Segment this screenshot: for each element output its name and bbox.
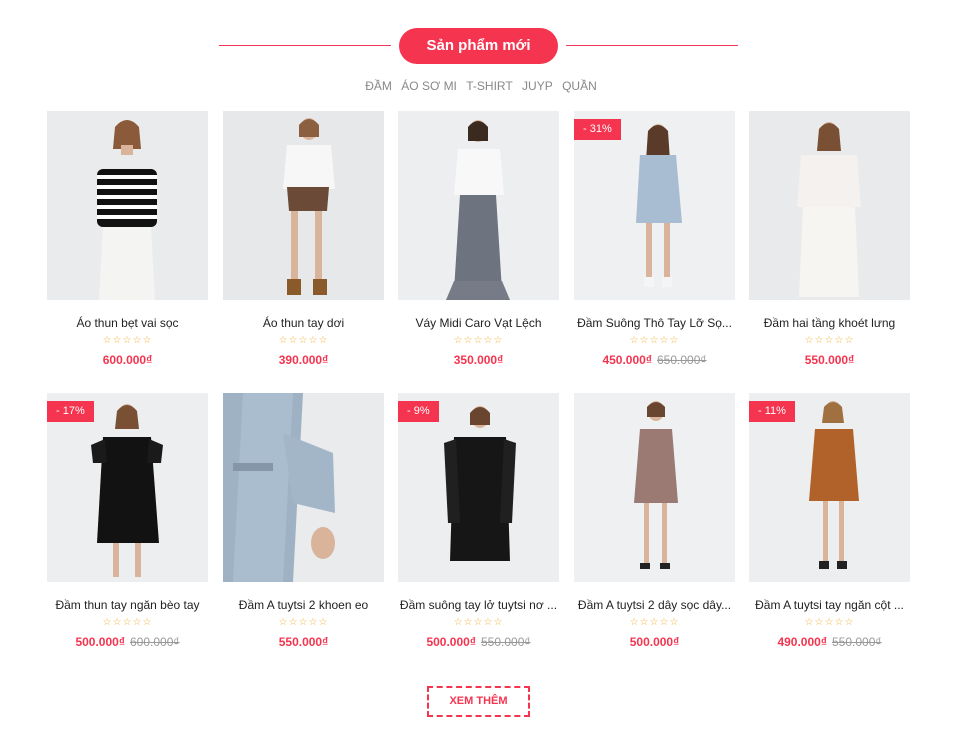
model-photo-plaid-dress: [634, 401, 678, 569]
tab-quan[interactable]: QUẦN: [562, 79, 597, 93]
rating-stars: ☆☆☆☆☆: [278, 335, 329, 346]
model-photo-blue-dress-closeup: [223, 393, 335, 582]
rating-stars: ☆☆☆☆☆: [804, 617, 855, 628]
old-price: 600.000₫: [130, 635, 180, 649]
model-photo-white-top: [283, 118, 335, 295]
current-price: 390.000₫: [278, 353, 329, 367]
product-price: 500.000₫ 600.000₫: [47, 635, 208, 649]
product-price: 500.000₫ 550.000₫: [398, 635, 559, 649]
rating-stars: ☆☆☆☆☆: [453, 617, 504, 628]
tab-dam[interactable]: ĐẦM: [365, 79, 392, 93]
product-card[interactable]: - 17% Đầm thun tay ngăn bèo tay ☆☆☆☆☆ 50…: [47, 393, 208, 665]
product-image[interactable]: [47, 111, 208, 300]
product-image[interactable]: [223, 111, 384, 300]
rating-stars: ☆☆☆☆☆: [453, 335, 504, 346]
product-name[interactable]: Đầm thun tay ngăn bèo tay: [47, 598, 208, 612]
model-photo-striped-top: [97, 120, 157, 300]
product-price: 500.000₫: [574, 635, 735, 649]
product-name[interactable]: Đầm A tuytsi 2 dây sọc dây...: [574, 598, 735, 612]
section-header: Sản phẩm mới: [0, 28, 962, 64]
product-name[interactable]: Đầm A tuytsi tay ngăn cột ...: [749, 598, 910, 612]
current-price: 500.000₫: [629, 635, 680, 649]
product-image[interactable]: [574, 393, 735, 582]
view-more-button[interactable]: XEM THÊM: [427, 686, 530, 717]
product-price: 450.000₫ 650.000₫: [574, 353, 735, 367]
product-name[interactable]: Đầm hai tầng khoét lưng: [749, 316, 910, 330]
model-photo-white-dress: [797, 122, 861, 297]
product-image[interactable]: - 31%: [574, 111, 735, 300]
product-card[interactable]: Áo thun bẹt vai sọc ☆☆☆☆☆ 600.000₫: [47, 111, 208, 383]
product-name[interactable]: Váy Midi Caro Vạt Lệch: [398, 316, 559, 330]
product-name[interactable]: Áo thun tay dơi: [223, 316, 384, 330]
category-tabs: ĐẦM ÁO SƠ MI T-SHIRT JUYP QUẦN: [0, 79, 962, 93]
product-name[interactable]: Đầm Suông Thô Tay Lỡ Sọ...: [574, 316, 735, 330]
header-line-right: [566, 45, 738, 46]
product-card[interactable]: Đầm A tuytsi 2 khoen eo ☆☆☆☆☆ 550.000₫: [223, 393, 384, 665]
current-price: 500.000₫: [426, 635, 476, 649]
rating-stars: ☆☆☆☆☆: [278, 617, 329, 628]
rating-stars: ☆☆☆☆☆: [804, 335, 855, 346]
current-price: 500.000₫: [75, 635, 125, 649]
current-price: 600.000₫: [102, 353, 153, 367]
product-price: 600.000₫: [47, 353, 208, 367]
product-image[interactable]: [398, 111, 559, 300]
old-price: 550.000₫: [481, 635, 531, 649]
header-line-left: [219, 45, 391, 46]
rating-stars: ☆☆☆☆☆: [102, 335, 153, 346]
product-card[interactable]: - 31% Đầm Suông Thô Tay Lỡ Sọ... ☆☆☆☆☆ 4…: [574, 111, 735, 383]
tab-t-shirt[interactable]: T-SHIRT: [466, 79, 512, 93]
rating-stars: ☆☆☆☆☆: [629, 617, 680, 628]
tab-ao-so-mi[interactable]: ÁO SƠ MI: [401, 79, 457, 93]
product-name[interactable]: Đầm suông tay lở tuytsi nơ ...: [398, 598, 559, 612]
product-image[interactable]: - 17%: [47, 393, 208, 582]
old-price: 550.000₫: [832, 635, 882, 649]
tab-juyp[interactable]: JUYP: [522, 79, 553, 93]
discount-badge: - 17%: [47, 401, 94, 422]
product-image[interactable]: [749, 111, 910, 300]
rating-stars: ☆☆☆☆☆: [102, 617, 153, 628]
product-price: 550.000₫: [749, 353, 910, 367]
current-price: 450.000₫: [602, 353, 652, 367]
current-price: 550.000₫: [804, 353, 855, 367]
old-price: 650.000₫: [657, 353, 707, 367]
product-price: 550.000₫: [223, 635, 384, 649]
product-card[interactable]: Đầm A tuytsi 2 dây sọc dây... ☆☆☆☆☆ 500.…: [574, 393, 735, 665]
model-photo-plaid-skirt: [446, 120, 510, 300]
discount-badge: - 31%: [574, 119, 621, 140]
product-card[interactable]: Áo thun tay dơi ☆☆☆☆☆ 390.000₫: [223, 111, 384, 383]
product-name[interactable]: Đầm A tuytsi 2 khoen eo: [223, 598, 384, 612]
product-card[interactable]: - 11% Đầm A tuytsi tay ngăn cột ... ☆☆☆☆…: [749, 393, 910, 665]
product-card[interactable]: Váy Midi Caro Vạt Lệch ☆☆☆☆☆ 350.000₫: [398, 111, 559, 383]
current-price: 550.000₫: [278, 635, 329, 649]
product-card[interactable]: - 9% Đầm suông tay lở tuytsi nơ ... ☆☆☆☆…: [398, 393, 559, 665]
section-title: Sản phẩm mới: [399, 28, 558, 64]
product-price: 390.000₫: [223, 353, 384, 367]
current-price: 350.000₫: [453, 353, 504, 367]
product-image[interactable]: [223, 393, 384, 582]
current-price: 490.000₫: [777, 635, 827, 649]
rating-stars: ☆☆☆☆☆: [629, 335, 680, 346]
discount-badge: - 9%: [398, 401, 439, 422]
product-price: 350.000₫: [398, 353, 559, 367]
product-image[interactable]: - 9%: [398, 393, 559, 582]
product-image[interactable]: - 11%: [749, 393, 910, 582]
discount-badge: - 11%: [749, 401, 795, 422]
product-name[interactable]: Áo thun bẹt vai sọc: [47, 316, 208, 330]
product-price: 490.000₫ 550.000₫: [749, 635, 910, 649]
product-card[interactable]: Đầm hai tầng khoét lưng ☆☆☆☆☆ 550.000₫: [749, 111, 910, 383]
